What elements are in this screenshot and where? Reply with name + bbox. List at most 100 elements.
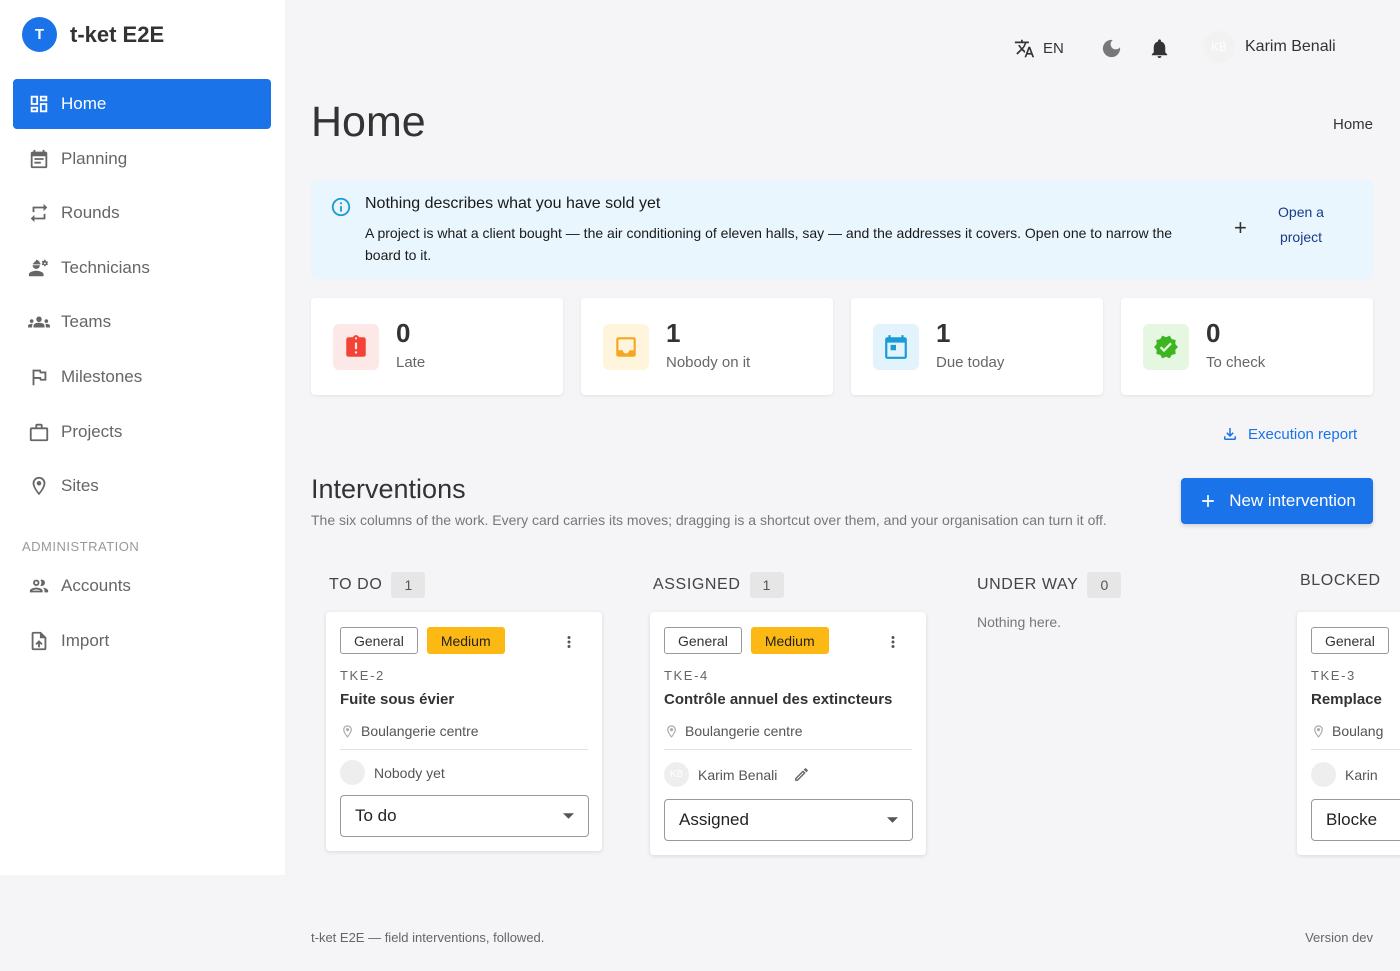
card-site: Boulangerie centre	[664, 723, 803, 739]
sidebar-item-label: Planning	[61, 148, 128, 168]
section-subtitle: The six columns of the work. Every card …	[311, 512, 1107, 528]
more-vert-icon[interactable]	[560, 633, 578, 651]
groups-icon	[28, 316, 50, 328]
sidebar-item-label: Accounts	[61, 576, 131, 595]
assignee-name: Karin	[1345, 766, 1378, 783]
inbox-icon	[603, 324, 649, 370]
user-name: Karim Benali	[1245, 38, 1336, 55]
stat-value: 1	[666, 318, 681, 348]
theme-toggle[interactable]	[1100, 37, 1123, 60]
assignee-name: Karim Benali	[698, 766, 778, 783]
stat-card-nobody[interactable]: 1 Nobody on it	[581, 298, 833, 395]
sidebar-item-import[interactable]: Import	[13, 616, 271, 666]
sidebar-item-technicians[interactable]: Technicians	[13, 243, 271, 293]
sidebar-item-label: Home	[61, 94, 107, 113]
column-header-todo: TO DO 1	[329, 572, 426, 598]
intervention-card[interactable]: General TKE-3 Remplace Boulang Karin Blo…	[1297, 612, 1400, 855]
main-nav: Home Planning Rounds Technicians Teams M…	[13, 79, 271, 516]
people-icon	[29, 579, 49, 593]
column-header-assigned: ASSIGNED 1	[653, 572, 784, 598]
user-menu[interactable]: KB Karim Benali	[1203, 31, 1336, 63]
sidebar-item-planning[interactable]: Planning	[13, 134, 271, 184]
download-icon	[1224, 428, 1236, 440]
stat-label: Nobody on it	[666, 354, 751, 371]
new-intervention-button[interactable]: New intervention	[1181, 478, 1373, 524]
priority-tag: Medium	[426, 627, 505, 654]
notifications-button[interactable]	[1148, 37, 1171, 60]
footer-tagline: t-ket E2E — field interventions, followe…	[311, 930, 545, 945]
plus-icon	[1202, 495, 1215, 507]
brand[interactable]: T t-ket E2E	[22, 17, 164, 52]
status-select[interactable]: To do	[340, 795, 589, 837]
card-assignee: KB Karim Benali	[664, 762, 810, 787]
calendar-icon	[30, 149, 48, 168]
sidebar-item-label: Technicians	[61, 257, 150, 277]
plus-icon[interactable]: +	[1234, 215, 1247, 241]
execution-report-button[interactable]: Execution report	[1221, 425, 1357, 443]
translate-icon	[1014, 39, 1035, 58]
status-value: Assigned	[679, 810, 749, 829]
card-title: Fuite sous évier	[340, 691, 455, 708]
sidebar-item-label: Import	[61, 630, 110, 650]
status-select[interactable]: Blocke	[1311, 799, 1400, 841]
card-site-name: Boulang	[1332, 723, 1384, 739]
card-site-name: Boulangerie centre	[361, 723, 479, 739]
more-vert-icon[interactable]	[884, 633, 902, 651]
column-count: 1	[749, 572, 784, 598]
sidebar-item-rounds[interactable]: Rounds	[13, 188, 271, 238]
card-site-name: Boulangerie centre	[685, 723, 803, 739]
stat-card-late[interactable]: 0 Late	[311, 298, 563, 395]
card-ref: TKE-3	[1311, 668, 1356, 683]
stat-value: 0	[1206, 318, 1221, 348]
sidebar-item-sites[interactable]: Sites	[13, 461, 271, 511]
card-title: Contrôle annuel des extincteurs	[664, 691, 893, 708]
engineer-icon	[28, 259, 48, 277]
sidebar-item-label: Rounds	[61, 203, 120, 223]
card-site: Boulang	[1311, 723, 1383, 739]
alert-icon	[333, 324, 379, 370]
stat-card-to-check[interactable]: 0 To check	[1121, 298, 1373, 395]
column-header-blocked: BLOCKED	[1300, 572, 1381, 590]
breadcrumb[interactable]: Home	[1333, 116, 1373, 133]
column-title: BLOCKED	[1300, 572, 1381, 589]
status-select[interactable]: Assigned	[664, 799, 913, 841]
dashboard-icon	[30, 95, 48, 113]
stat-card-due-today[interactable]: 1 Due today	[851, 298, 1103, 395]
sidebar-item-home[interactable]: Home	[13, 79, 271, 129]
column-count: 1	[391, 572, 426, 598]
language-switcher[interactable]: EN	[1014, 38, 1064, 59]
stat-label: Late	[396, 354, 426, 371]
card-assignee: Nobody yet	[340, 760, 445, 785]
sidebar-item-milestones[interactable]: Milestones	[13, 352, 271, 402]
stat-value: 1	[936, 318, 951, 348]
sidebar-item-label: Sites	[61, 476, 99, 496]
alert-text: A project is what a client bought — the …	[365, 225, 1173, 263]
stat-label: Due today	[936, 354, 1005, 371]
open-project-link[interactable]: Open a project	[1261, 200, 1341, 250]
sidebar-item-accounts[interactable]: Accounts	[13, 561, 271, 611]
card-ref: TKE-4	[664, 668, 709, 683]
edit-icon[interactable]	[793, 766, 810, 783]
card-title: Remplace	[1311, 691, 1382, 708]
caret-down-icon	[563, 813, 574, 819]
intervention-card[interactable]: General Medium TKE-2 Fuite sous évier Bo…	[326, 612, 602, 851]
kanban-board: TO DO 1 General Medium TKE-2 Fuite sous …	[311, 560, 1400, 880]
footer-version: Version dev	[1305, 930, 1373, 945]
status-value: Blocke	[1326, 810, 1378, 829]
empty-column-text: Nothing here.	[977, 614, 1062, 630]
flag-icon	[32, 369, 47, 386]
divider	[1311, 749, 1400, 750]
sidebar-item-teams[interactable]: Teams	[13, 297, 271, 347]
stat-label: To check	[1206, 354, 1266, 371]
execution-report-label: Execution report	[1248, 425, 1358, 443]
avatar: KB	[664, 762, 689, 787]
info-icon	[331, 197, 351, 217]
sidebar: T t-ket E2E Home Planning Rounds Technic…	[0, 0, 285, 875]
section-title: Interventions	[311, 474, 466, 504]
sidebar-item-projects[interactable]: Projects	[13, 407, 271, 457]
column-header-under-way: UNDER WAY 0	[977, 572, 1122, 598]
intervention-card[interactable]: General Medium TKE-4 Contrôle annuel des…	[650, 612, 926, 855]
brand-logo: T	[22, 17, 57, 52]
caret-down-icon	[887, 817, 898, 823]
avatar	[1311, 762, 1336, 787]
